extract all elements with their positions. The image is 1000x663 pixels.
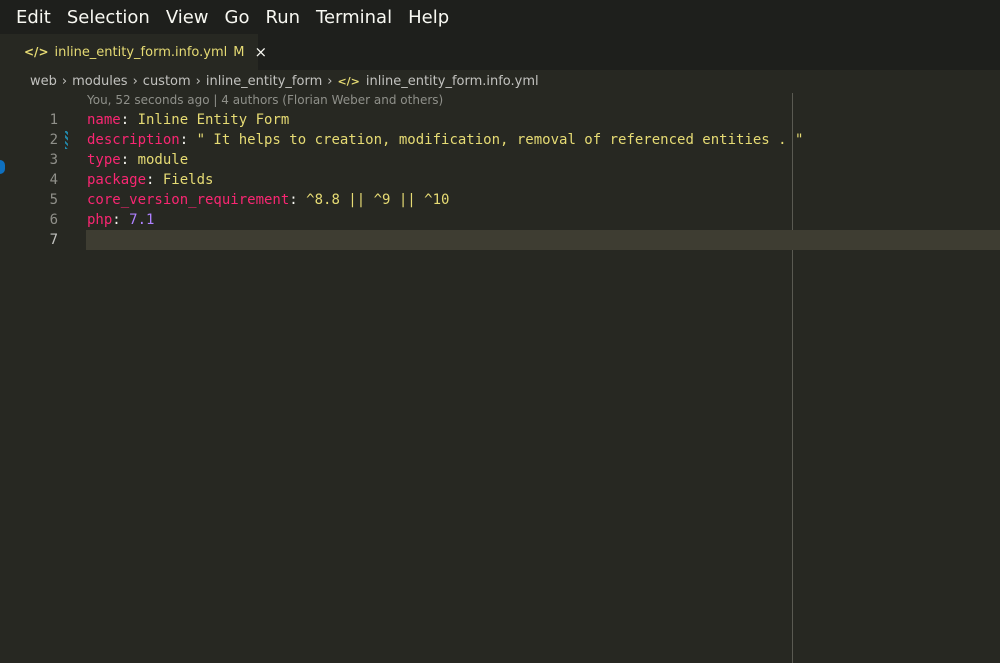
yaml-value: Inline Entity Form — [137, 112, 290, 128]
code-editor[interactable]: 1 name: Inline Entity Form 2 description… — [0, 110, 1000, 663]
yaml-key: core_version_requirement — [87, 192, 290, 208]
line-number: 7 — [49, 232, 58, 248]
yaml-colon: : — [179, 132, 197, 148]
tab-bar: </> inline_entity_form.info.yml M × — [0, 34, 1000, 70]
yaml-value: " It helps to creation, modification, re… — [196, 132, 804, 148]
line-number: 4 — [49, 172, 58, 188]
tab-filename: inline_entity_form.info.yml — [54, 44, 228, 60]
menu-edit[interactable]: Edit — [16, 7, 51, 28]
menu-bar: Edit Selection View Go Run Terminal Help — [0, 0, 1000, 34]
yaml-value: ^8.8 || ^9 || ^10 — [306, 192, 450, 208]
code-line[interactable]: 2 description: " It helps to creation, m… — [0, 130, 1000, 150]
yaml-value: module — [137, 152, 189, 168]
breadcrumb-custom[interactable]: custom — [143, 74, 191, 89]
code-file-icon: </> — [24, 45, 49, 59]
chevron-right-icon: › — [195, 73, 201, 89]
breadcrumb-file[interactable]: inline_entity_form.info.yml — [366, 74, 539, 89]
yaml-key: type — [87, 152, 121, 168]
code-line[interactable]: 1 name: Inline Entity Form — [0, 110, 1000, 130]
breadcrumb: web › modules › custom › inline_entity_f… — [0, 70, 1000, 92]
code-line[interactable]: 6 php: 7.1 — [0, 210, 1000, 230]
breadcrumb-modules[interactable]: modules — [72, 74, 128, 89]
chevron-right-icon: › — [327, 73, 333, 89]
yaml-key: package — [87, 172, 147, 188]
yaml-value: Fields — [162, 172, 214, 188]
git-blame-annotation[interactable]: You, 52 seconds ago | 4 authors (Florian… — [87, 93, 443, 107]
menu-selection[interactable]: Selection — [67, 7, 150, 28]
breadcrumb-web[interactable]: web — [30, 74, 57, 89]
yaml-colon: : — [289, 192, 307, 208]
yaml-colon: : — [120, 152, 138, 168]
code-line[interactable]: 4 package: Fields — [0, 170, 1000, 190]
menu-go[interactable]: Go — [225, 7, 250, 28]
line-number: 6 — [49, 212, 58, 228]
chevron-right-icon: › — [61, 73, 68, 89]
yaml-value: 7.1 — [129, 212, 155, 228]
close-icon[interactable]: × — [254, 43, 267, 61]
line-number: 1 — [49, 112, 58, 128]
menu-terminal[interactable]: Terminal — [316, 7, 392, 28]
yaml-colon: : — [120, 112, 138, 128]
yaml-key: name — [87, 112, 121, 128]
menu-help[interactable]: Help — [408, 7, 449, 28]
yaml-colon: : — [112, 212, 130, 228]
yaml-colon: : — [146, 172, 163, 188]
yaml-key: php — [87, 212, 113, 228]
line-number: 5 — [49, 192, 58, 208]
editor-tab[interactable]: </> inline_entity_form.info.yml M × — [0, 34, 267, 70]
code-line[interactable]: 7 — [0, 230, 1000, 250]
breadcrumb-inline-entity-form[interactable]: inline_entity_form — [206, 74, 322, 89]
menu-run[interactable]: Run — [266, 7, 301, 28]
line-number: 2 — [49, 132, 58, 148]
menu-view[interactable]: View — [166, 7, 209, 28]
yaml-key: description — [87, 132, 180, 148]
code-file-icon: </> — [337, 74, 360, 88]
chevron-right-icon: › — [132, 73, 138, 89]
code-line[interactable]: 5 core_version_requirement: ^8.8 || ^9 |… — [0, 190, 1000, 210]
line-number: 3 — [49, 152, 58, 168]
code-line[interactable]: 3 type: module — [0, 150, 1000, 170]
tab-modified-badge: M — [233, 44, 245, 60]
